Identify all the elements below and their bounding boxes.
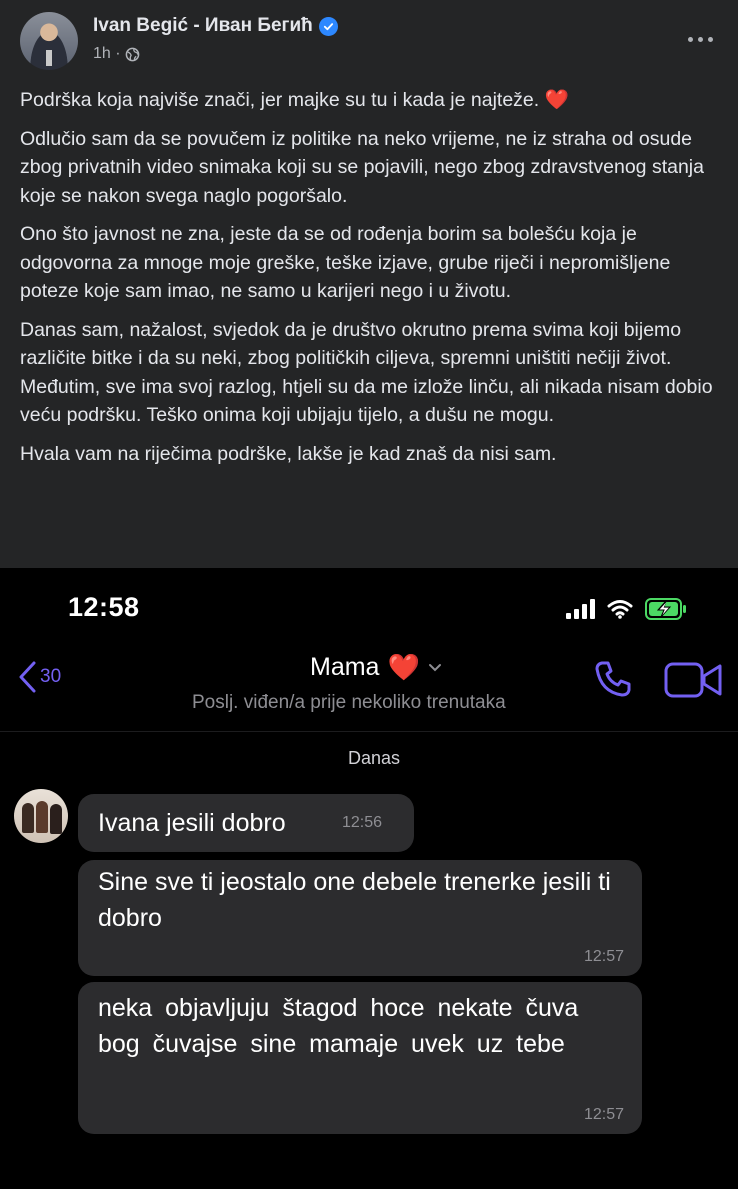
post-paragraph: Hvala vam na riječima podrške, lakše je … — [20, 442, 557, 465]
header-divider — [0, 731, 738, 732]
day-separator: Danas — [347, 748, 401, 768]
status-time: 12:58 — [68, 592, 140, 622]
back-chevron-icon — [19, 661, 36, 693]
message-text: Ivana jesili dobro — [98, 809, 286, 837]
verified-icon — [318, 16, 338, 36]
chat-screenshot: 12:58 30 Mama ❤️ Poslj. viđen/a prije ne… — [0, 568, 738, 1189]
message-bubble[interactable]: Sine sve ti jeostalo one debele trenerke… — [78, 860, 642, 976]
post-time[interactable]: 1h · — [93, 45, 121, 63]
battery-charging-icon — [645, 598, 686, 620]
more-icon[interactable] — [680, 24, 720, 54]
post-paragraph: Danas sam, nažalost, svjedok da je društ… — [20, 318, 713, 427]
message-text: Sine sve ti jeostalo one debele trenerke… — [98, 868, 611, 932]
video-icon[interactable] — [664, 660, 724, 700]
chat-header: 30 Mama ❤️ Poslj. viđen/a prije nekoliko… — [0, 650, 738, 730]
signal-icon — [566, 599, 595, 619]
author-row: Ivan Begić - Иван Бегић — [93, 15, 338, 37]
facebook-post: Ivan Begić - Иван Бегић 1h · Podrška koj… — [0, 0, 738, 568]
post-paragraph: Ono što javnost ne zna, jeste da se od r… — [20, 223, 671, 302]
message-bubble[interactable]: neka objavljuju štagod hoce nekate čuva … — [78, 982, 642, 1134]
contact-avatar[interactable] — [14, 789, 68, 843]
post-paragraph: Podrška koja najviše znači, jer majke su… — [20, 89, 569, 111]
last-seen-status: Poslj. viđen/a prije nekoliko trenutaka — [192, 692, 506, 713]
author-name[interactable]: Ivan Begić - Иван Бегић — [93, 15, 313, 37]
back-button[interactable]: 30 — [16, 660, 61, 694]
message-bubble[interactable]: Ivana jesili dobro 12:56 — [78, 794, 414, 852]
chevron-down-icon — [428, 663, 441, 671]
message-text: neka objavljuju štagod hoce nekate čuva … — [98, 994, 579, 1058]
phone-icon[interactable] — [592, 658, 634, 700]
post-paragraph: Odlučio sam da se povučem iz politike na… — [20, 127, 704, 207]
title-heart-emoji: ❤️ — [387, 652, 420, 682]
post-meta: 1h · — [93, 45, 140, 63]
author-avatar[interactable] — [20, 12, 78, 70]
chat-title: Mama — [310, 653, 380, 681]
post-body: Podrška koja najviše znači, jer majke su… — [20, 86, 720, 478]
message-time: 12:57 — [583, 948, 624, 965]
chat-title-button[interactable]: Mama ❤️ — [310, 652, 442, 683]
status-icons — [566, 598, 687, 620]
message-time: 12:56 — [342, 814, 383, 831]
globe-icon — [125, 47, 139, 61]
message-time: 12:57 — [583, 1106, 624, 1123]
back-count: 30 — [40, 666, 62, 687]
heart-emoji: ❤️ — [544, 89, 569, 111]
wifi-icon — [607, 600, 633, 619]
